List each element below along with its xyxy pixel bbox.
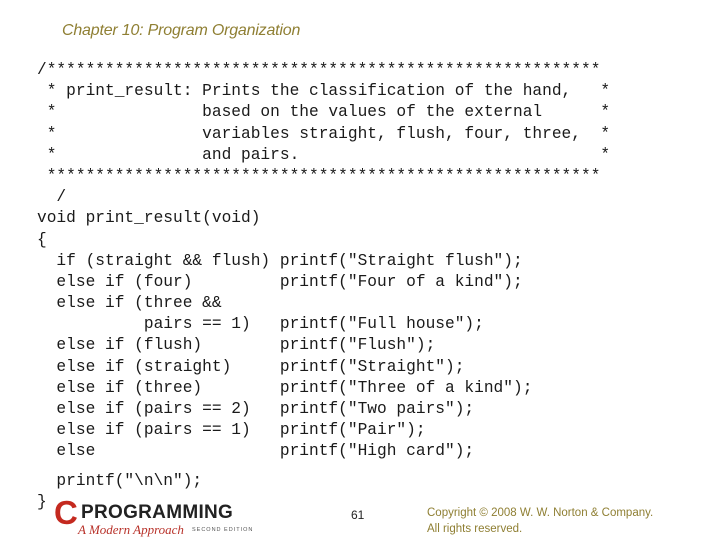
code-block: / ***************************************… <box>37 60 610 513</box>
code-line: else if (three) printf("Three of a kind"… <box>37 378 533 397</box>
code-line: else if (straight) printf("Straight"); <box>37 357 465 376</box>
code-line: pairs == 1) printf("Full house"); <box>37 315 484 334</box>
code-line: else if (flush) printf("Flush"); <box>37 336 436 355</box>
code-line: printf("\n\n"); <box>37 471 203 490</box>
code-line: else if (pairs == 1) printf("Pair"); <box>37 421 426 440</box>
code-line: * variables straight, flush, four, three… <box>37 124 611 143</box>
logo-edition: SECOND EDITION <box>192 527 254 533</box>
code-line: else if (three && <box>37 294 222 313</box>
code-line: else printf("High card"); <box>37 442 475 461</box>
logo-programming-word: PROGRAMMING <box>81 502 234 523</box>
copyright-line-1: Copyright © 2008 W. W. Norton & Company. <box>427 507 654 519</box>
slide-title: Chapter 10: Program Organization <box>62 22 301 39</box>
code-line: /***************************************… <box>37 61 601 79</box>
code-line: * based on the values of the external * <box>37 103 611 122</box>
copyright-notice: Copyright © 2008 W. W. Norton & Company.… <box>427 505 653 537</box>
code-line: if (straight && flush) printf("Straight … <box>37 251 523 270</box>
book-logo: C PROGRAMMING A Modern Approach SECOND E… <box>54 494 274 538</box>
code-line: else if (four) printf("Four of a kind"); <box>37 272 523 291</box>
code-line: / <box>37 188 67 207</box>
code-line: ****************************************… <box>37 166 601 185</box>
code-line: { <box>37 230 47 249</box>
logo-subtitle: A Modern Approach <box>78 522 184 537</box>
logo-c-letter: C <box>54 494 78 531</box>
code-line: else if (pairs == 2) printf("Two pairs")… <box>37 400 475 418</box>
code-line: * print_result: Prints the classificatio… <box>37 82 611 101</box>
copyright-line-2: All rights reserved. <box>427 523 523 535</box>
code-line: void print_result(void) <box>37 209 261 228</box>
code-line: * and pairs. * <box>37 145 611 164</box>
page-number: 61 <box>351 508 365 522</box>
